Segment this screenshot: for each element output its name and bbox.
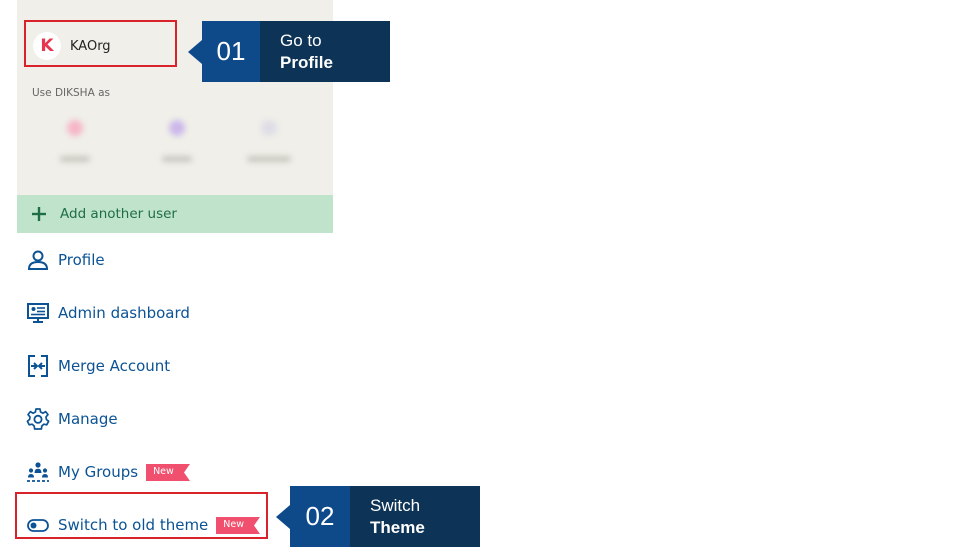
menu-item-manage[interactable]: Manage xyxy=(26,407,118,431)
add-user-label: Add another user xyxy=(60,206,177,222)
menu-item-label: Profile xyxy=(58,251,105,269)
person-icon xyxy=(27,250,49,270)
callout-line2: Profile xyxy=(280,52,333,72)
menu-item-label: My Groups xyxy=(58,463,139,481)
blurred-user-3[interactable] xyxy=(239,120,299,162)
callout-line2: Theme xyxy=(370,517,425,537)
add-user-button[interactable]: Add another user xyxy=(17,195,333,233)
menu-item-label: Merge Account xyxy=(58,357,171,375)
highlight-profile xyxy=(24,20,177,67)
callout-text: Switch Theme xyxy=(350,486,480,547)
menu-item-profile[interactable]: Profile xyxy=(26,248,105,272)
callout-line1: Go to xyxy=(280,30,322,50)
menu-item-my-groups[interactable]: My Groups New xyxy=(26,460,191,484)
menu-item-label: Manage xyxy=(58,410,118,428)
menu-item-label: Admin dashboard xyxy=(58,304,190,322)
groups-icon xyxy=(27,462,49,482)
new-badge-label: New xyxy=(153,465,174,477)
gear-icon xyxy=(26,408,50,430)
callout-line1: Switch xyxy=(370,495,421,515)
highlight-switch-theme xyxy=(15,492,268,539)
callout-01: 01 Go to Profile xyxy=(188,21,390,82)
new-badge: New xyxy=(146,463,191,481)
callout-number: 02 xyxy=(290,486,350,547)
merge-icon xyxy=(28,355,48,377)
menu-item-admin-dashboard[interactable]: Admin dashboard xyxy=(26,301,190,325)
callout-pointer xyxy=(188,39,202,64)
callout-text: Go to Profile xyxy=(260,21,390,82)
blurred-user-1[interactable] xyxy=(45,120,105,162)
dashboard-icon xyxy=(27,303,49,323)
use-as-label: Use DIKSHA as xyxy=(32,87,111,99)
callout-pointer xyxy=(276,504,290,529)
callout-number: 01 xyxy=(202,21,260,82)
blurred-user-2[interactable] xyxy=(147,120,207,162)
plus-icon xyxy=(32,207,46,221)
menu-item-merge-account[interactable]: Merge Account xyxy=(26,354,170,378)
callout-02: 02 Switch Theme xyxy=(276,486,480,547)
